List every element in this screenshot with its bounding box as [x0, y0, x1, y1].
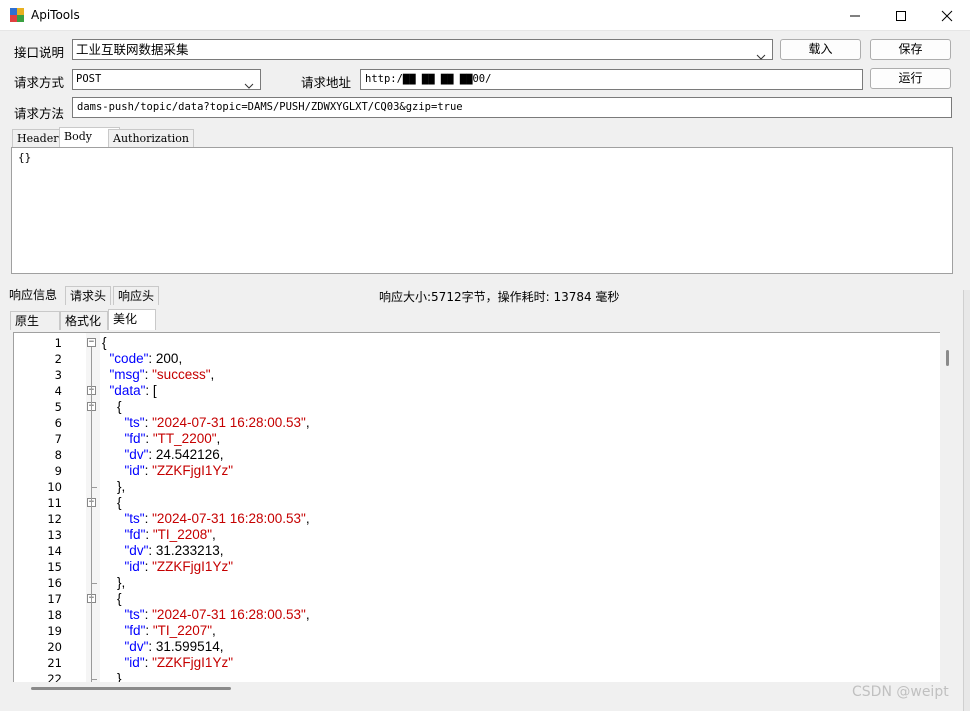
horizontal-scrollbar[interactable] — [13, 682, 940, 694]
url-input[interactable]: http:/▇▇ ▇▇ ▇▇ ▇▇00/ — [360, 69, 863, 90]
title-bar: ApiTools — [0, 0, 970, 31]
code-line: "ts": "2024-07-31 16:28:00.53", — [124, 607, 310, 622]
watermark: CSDN @weipt — [852, 684, 949, 700]
tab-raw[interactable]: 原生 — [10, 311, 60, 330]
code-line: "ts": "2024-07-31 16:28:00.53", — [124, 511, 310, 526]
window-title: ApiTools — [31, 8, 80, 22]
tab-beautified[interactable]: 美化 — [108, 309, 156, 330]
method-select[interactable]: POST — [72, 69, 261, 90]
path-label: 请求方法 — [14, 106, 65, 121]
tab-authorization[interactable]: Authorization — [108, 129, 194, 147]
line-number: 5 — [54, 400, 62, 414]
line-number: 19 — [47, 624, 62, 638]
line-number: 8 — [54, 448, 62, 462]
code-line: { — [102, 335, 107, 350]
code-line: "ts": "2024-07-31 16:28:00.53", — [124, 415, 310, 430]
line-number: 20 — [47, 640, 62, 654]
load-button[interactable]: 载入 — [780, 39, 861, 60]
tab-header[interactable]: Header — [12, 129, 64, 147]
interface-desc-label: 接口说明 — [14, 45, 65, 60]
line-number: 13 — [47, 528, 62, 542]
response-code-editor[interactable]: 1{−2 "code": 200, 3 "msg": "success", 4 "d… — [13, 332, 955, 684]
view-tabs: 原生 格式化 美化 — [10, 309, 170, 331]
request-tabs: Header Body Authorization — [12, 127, 312, 147]
line-number: 17 — [47, 592, 62, 606]
code-line: "code": 200, — [109, 351, 183, 366]
response-tabs: 响应信息 请求头 响应头 — [5, 286, 165, 306]
code-line: { — [102, 591, 122, 606]
scroll-thumb[interactable] — [946, 350, 949, 366]
code-line: "fd": "TI_2208", — [124, 527, 216, 542]
maximize-icon[interactable] — [878, 0, 924, 31]
scroll-thumb[interactable] — [31, 687, 231, 690]
url-label: 请求地址 — [301, 75, 352, 90]
method-label: 请求方式 — [14, 75, 65, 90]
code-line: "dv": 31.599514, — [124, 639, 224, 654]
path-input[interactable]: dams-push/topic/data?topic=DAMS/PUSH/ZDW… — [72, 97, 952, 118]
line-number: 12 — [47, 512, 62, 526]
interface-desc-value: 工业互联网数据采集 — [76, 42, 189, 57]
line-number: 3 — [54, 368, 62, 382]
chevron-down-icon — [244, 77, 254, 96]
code-line: "msg": "success", — [109, 367, 215, 382]
code-line: "id": "ZZKFjgI1Yz" — [124, 463, 233, 478]
run-button[interactable]: 运行 — [870, 68, 951, 89]
minimize-icon[interactable] — [832, 0, 878, 31]
line-number: 18 — [47, 608, 62, 622]
line-number: 6 — [54, 416, 62, 430]
tab-request-headers[interactable]: 请求头 — [65, 286, 112, 305]
line-number: 21 — [47, 656, 62, 670]
code-line: "dv": 24.542126, — [124, 447, 224, 462]
tab-formatted[interactable]: 格式化 — [60, 311, 108, 330]
line-number: 11 — [47, 496, 62, 510]
code-line: }, — [102, 479, 126, 494]
tab-response-info[interactable]: 响应信息 — [5, 286, 62, 305]
line-number: 10 — [47, 480, 62, 494]
line-number: 9 — [54, 464, 62, 478]
method-value: POST — [76, 73, 102, 85]
line-number: 14 — [47, 544, 62, 558]
vertical-scrollbar[interactable] — [940, 332, 957, 684]
code-line: "id": "ZZKFjgI1Yz" — [124, 655, 233, 670]
code-line: "id": "ZZKFjgI1Yz" — [124, 559, 233, 574]
code-line: "fd": "TI_2207", — [124, 623, 216, 638]
request-body-text: {} — [18, 151, 32, 164]
code-line: { — [102, 495, 122, 510]
tab-response-headers[interactable]: 响应头 — [113, 286, 160, 305]
chevron-down-icon — [756, 47, 766, 66]
interface-desc-combo[interactable]: 工业互联网数据采集 — [72, 39, 773, 60]
close-icon[interactable] — [924, 0, 970, 31]
line-number: 16 — [47, 576, 62, 590]
app-icon — [10, 8, 24, 22]
fold-guide-line — [91, 347, 92, 683]
code-line: "data": [ — [109, 383, 157, 398]
line-number: 2 — [54, 352, 62, 366]
line-number: 7 — [54, 432, 62, 446]
line-number: 15 — [47, 560, 62, 574]
line-number: 4 — [54, 384, 62, 398]
save-button[interactable]: 保存 — [870, 39, 951, 60]
code-line: "fd": "TT_2200", — [124, 431, 221, 446]
fold-toggle-icon[interactable]: − — [87, 338, 96, 347]
response-status: 响应大小:5712字节，操作耗时: 13784 毫秒 — [379, 290, 620, 304]
request-body-editor[interactable]: {} — [11, 147, 953, 274]
code-line: "dv": 31.233213, — [124, 543, 224, 558]
window-edge — [963, 290, 970, 711]
code-line: { — [102, 399, 122, 414]
code-line: }, — [102, 575, 126, 590]
line-number: 1 — [54, 336, 62, 350]
